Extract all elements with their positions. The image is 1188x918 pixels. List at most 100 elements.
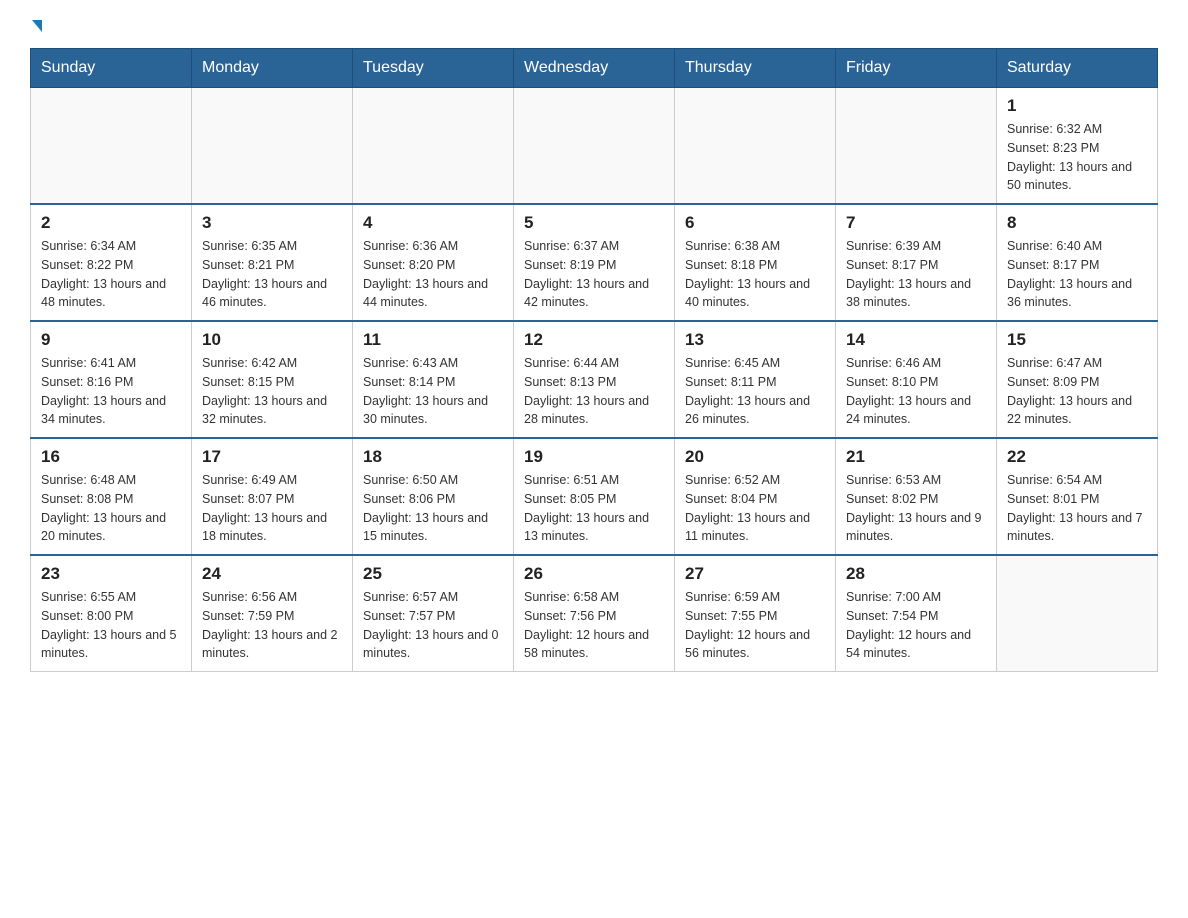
day-number: 19: [524, 447, 664, 467]
calendar-cell: 9 Sunrise: 6:41 AM Sunset: 8:16 PM Daylig…: [31, 321, 192, 438]
calendar-cell: 19Sunrise: 6:51 AM Sunset: 8:05 PM Dayli…: [514, 438, 675, 555]
day-info: Sunrise: 6:46 AM Sunset: 8:10 PM Dayligh…: [846, 354, 986, 429]
day-number: 10: [202, 330, 342, 350]
calendar-cell: 4 Sunrise: 6:36 AM Sunset: 8:20 PM Daylig…: [353, 204, 514, 321]
day-info: Sunrise: 6:55 AM Sunset: 8:00 PM Dayligh…: [41, 588, 181, 663]
day-info: Sunrise: 6:54 AM Sunset: 8:01 PM Dayligh…: [1007, 471, 1147, 546]
day-number: 24: [202, 564, 342, 584]
calendar-cell: 26Sunrise: 6:58 AM Sunset: 7:56 PM Dayli…: [514, 555, 675, 672]
day-info: Sunrise: 6:53 AM Sunset: 8:02 PM Dayligh…: [846, 471, 986, 546]
day-number: 14: [846, 330, 986, 350]
calendar-cell: [836, 88, 997, 205]
day-info: Sunrise: 6:59 AM Sunset: 7:55 PM Dayligh…: [685, 588, 825, 663]
day-info: Sunrise: 6:44 AM Sunset: 8:13 PM Dayligh…: [524, 354, 664, 429]
calendar-cell: 27 Sunrise: 6:59 AM Sunset: 7:55 PM Dayli…: [675, 555, 836, 672]
logo-arrow-icon: [32, 20, 42, 32]
day-number: 2: [41, 213, 181, 233]
day-number: 11: [363, 330, 503, 350]
day-info: Sunrise: 6:40 AM Sunset: 8:17 PM Dayligh…: [1007, 237, 1147, 312]
calendar-week-row: 1 Sunrise: 6:32 AM Sunset: 8:23 PM Daylig…: [31, 88, 1158, 205]
calendar-cell: [31, 88, 192, 205]
calendar-cell: 2 Sunrise: 6:34 AM Sunset: 8:22 PM Daylig…: [31, 204, 192, 321]
day-number: 15: [1007, 330, 1147, 350]
day-info: Sunrise: 6:39 AM Sunset: 8:17 PM Dayligh…: [846, 237, 986, 312]
day-info: Sunrise: 6:48 AM Sunset: 8:08 PM Dayligh…: [41, 471, 181, 546]
day-of-week-header: Monday: [192, 49, 353, 88]
day-number: 9: [41, 330, 181, 350]
day-number: 25: [363, 564, 503, 584]
calendar-week-row: 2 Sunrise: 6:34 AM Sunset: 8:22 PM Daylig…: [31, 204, 1158, 321]
day-number: 18: [363, 447, 503, 467]
day-info: Sunrise: 7:00 AM Sunset: 7:54 PM Dayligh…: [846, 588, 986, 663]
calendar-cell: 28Sunrise: 7:00 AM Sunset: 7:54 PM Dayli…: [836, 555, 997, 672]
calendar-cell: 1 Sunrise: 6:32 AM Sunset: 8:23 PM Daylig…: [997, 88, 1158, 205]
calendar-week-row: 16 Sunrise: 6:48 AM Sunset: 8:08 PM Dayli…: [31, 438, 1158, 555]
day-number: 20: [685, 447, 825, 467]
day-number: 26: [524, 564, 664, 584]
calendar-header-row: SundayMondayTuesdayWednesdayThursdayFrid…: [31, 49, 1158, 88]
calendar-cell: 14 Sunrise: 6:46 AM Sunset: 8:10 PM Dayli…: [836, 321, 997, 438]
calendar-cell: 8 Sunrise: 6:40 AM Sunset: 8:17 PM Daylig…: [997, 204, 1158, 321]
day-of-week-header: Thursday: [675, 49, 836, 88]
calendar-cell: 25 Sunrise: 6:57 AM Sunset: 7:57 PM Dayli…: [353, 555, 514, 672]
calendar-cell: [192, 88, 353, 205]
calendar-cell: 20 Sunrise: 6:52 AM Sunset: 8:04 PM Dayli…: [675, 438, 836, 555]
calendar-cell: [353, 88, 514, 205]
calendar-cell: 18 Sunrise: 6:50 AM Sunset: 8:06 PM Dayli…: [353, 438, 514, 555]
calendar-cell: 13 Sunrise: 6:45 AM Sunset: 8:11 PM Dayli…: [675, 321, 836, 438]
day-info: Sunrise: 6:35 AM Sunset: 8:21 PM Dayligh…: [202, 237, 342, 312]
day-info: Sunrise: 6:36 AM Sunset: 8:20 PM Dayligh…: [363, 237, 503, 312]
day-info: Sunrise: 6:32 AM Sunset: 8:23 PM Dayligh…: [1007, 120, 1147, 195]
day-info: Sunrise: 6:43 AM Sunset: 8:14 PM Dayligh…: [363, 354, 503, 429]
day-number: 12: [524, 330, 664, 350]
day-number: 22: [1007, 447, 1147, 467]
calendar-week-row: 23 Sunrise: 6:55 AM Sunset: 8:00 PM Dayli…: [31, 555, 1158, 672]
calendar-cell: 6 Sunrise: 6:38 AM Sunset: 8:18 PM Daylig…: [675, 204, 836, 321]
day-number: 3: [202, 213, 342, 233]
day-number: 5: [524, 213, 664, 233]
calendar-cell: 11 Sunrise: 6:43 AM Sunset: 8:14 PM Dayli…: [353, 321, 514, 438]
day-number: 7: [846, 213, 986, 233]
day-info: Sunrise: 6:50 AM Sunset: 8:06 PM Dayligh…: [363, 471, 503, 546]
day-number: 17: [202, 447, 342, 467]
day-info: Sunrise: 6:42 AM Sunset: 8:15 PM Dayligh…: [202, 354, 342, 429]
day-of-week-header: Wednesday: [514, 49, 675, 88]
calendar-cell: 21 Sunrise: 6:53 AM Sunset: 8:02 PM Dayli…: [836, 438, 997, 555]
day-number: 21: [846, 447, 986, 467]
day-info: Sunrise: 6:38 AM Sunset: 8:18 PM Dayligh…: [685, 237, 825, 312]
calendar-cell: [675, 88, 836, 205]
day-info: Sunrise: 6:49 AM Sunset: 8:07 PM Dayligh…: [202, 471, 342, 546]
calendar-cell: 17 Sunrise: 6:49 AM Sunset: 8:07 PM Dayli…: [192, 438, 353, 555]
day-info: Sunrise: 6:52 AM Sunset: 8:04 PM Dayligh…: [685, 471, 825, 546]
calendar-cell: 22 Sunrise: 6:54 AM Sunset: 8:01 PM Dayli…: [997, 438, 1158, 555]
calendar-cell: [514, 88, 675, 205]
day-info: Sunrise: 6:41 AM Sunset: 8:16 PM Dayligh…: [41, 354, 181, 429]
calendar-cell: 15 Sunrise: 6:47 AM Sunset: 8:09 PM Dayli…: [997, 321, 1158, 438]
day-number: 4: [363, 213, 503, 233]
calendar-cell: 10 Sunrise: 6:42 AM Sunset: 8:15 PM Dayli…: [192, 321, 353, 438]
calendar-cell: 24 Sunrise: 6:56 AM Sunset: 7:59 PM Dayli…: [192, 555, 353, 672]
day-number: 23: [41, 564, 181, 584]
calendar-week-row: 9 Sunrise: 6:41 AM Sunset: 8:16 PM Daylig…: [31, 321, 1158, 438]
day-info: Sunrise: 6:57 AM Sunset: 7:57 PM Dayligh…: [363, 588, 503, 663]
day-number: 1: [1007, 96, 1147, 116]
day-info: Sunrise: 6:56 AM Sunset: 7:59 PM Dayligh…: [202, 588, 342, 663]
calendar-cell: 7 Sunrise: 6:39 AM Sunset: 8:17 PM Daylig…: [836, 204, 997, 321]
day-info: Sunrise: 6:45 AM Sunset: 8:11 PM Dayligh…: [685, 354, 825, 429]
day-info: Sunrise: 6:47 AM Sunset: 8:09 PM Dayligh…: [1007, 354, 1147, 429]
day-info: Sunrise: 6:37 AM Sunset: 8:19 PM Dayligh…: [524, 237, 664, 312]
day-number: 6: [685, 213, 825, 233]
calendar-cell: 23 Sunrise: 6:55 AM Sunset: 8:00 PM Dayli…: [31, 555, 192, 672]
calendar-cell: 12 Sunrise: 6:44 AM Sunset: 8:13 PM Dayli…: [514, 321, 675, 438]
page-header: [30, 20, 1158, 32]
day-of-week-header: Friday: [836, 49, 997, 88]
calendar-cell: 5 Sunrise: 6:37 AM Sunset: 8:19 PM Daylig…: [514, 204, 675, 321]
day-number: 16: [41, 447, 181, 467]
day-of-week-header: Tuesday: [353, 49, 514, 88]
day-number: 13: [685, 330, 825, 350]
day-number: 27: [685, 564, 825, 584]
logo: [30, 20, 42, 32]
day-number: 8: [1007, 213, 1147, 233]
calendar-table: SundayMondayTuesdayWednesdayThursdayFrid…: [30, 48, 1158, 672]
day-info: Sunrise: 6:34 AM Sunset: 8:22 PM Dayligh…: [41, 237, 181, 312]
